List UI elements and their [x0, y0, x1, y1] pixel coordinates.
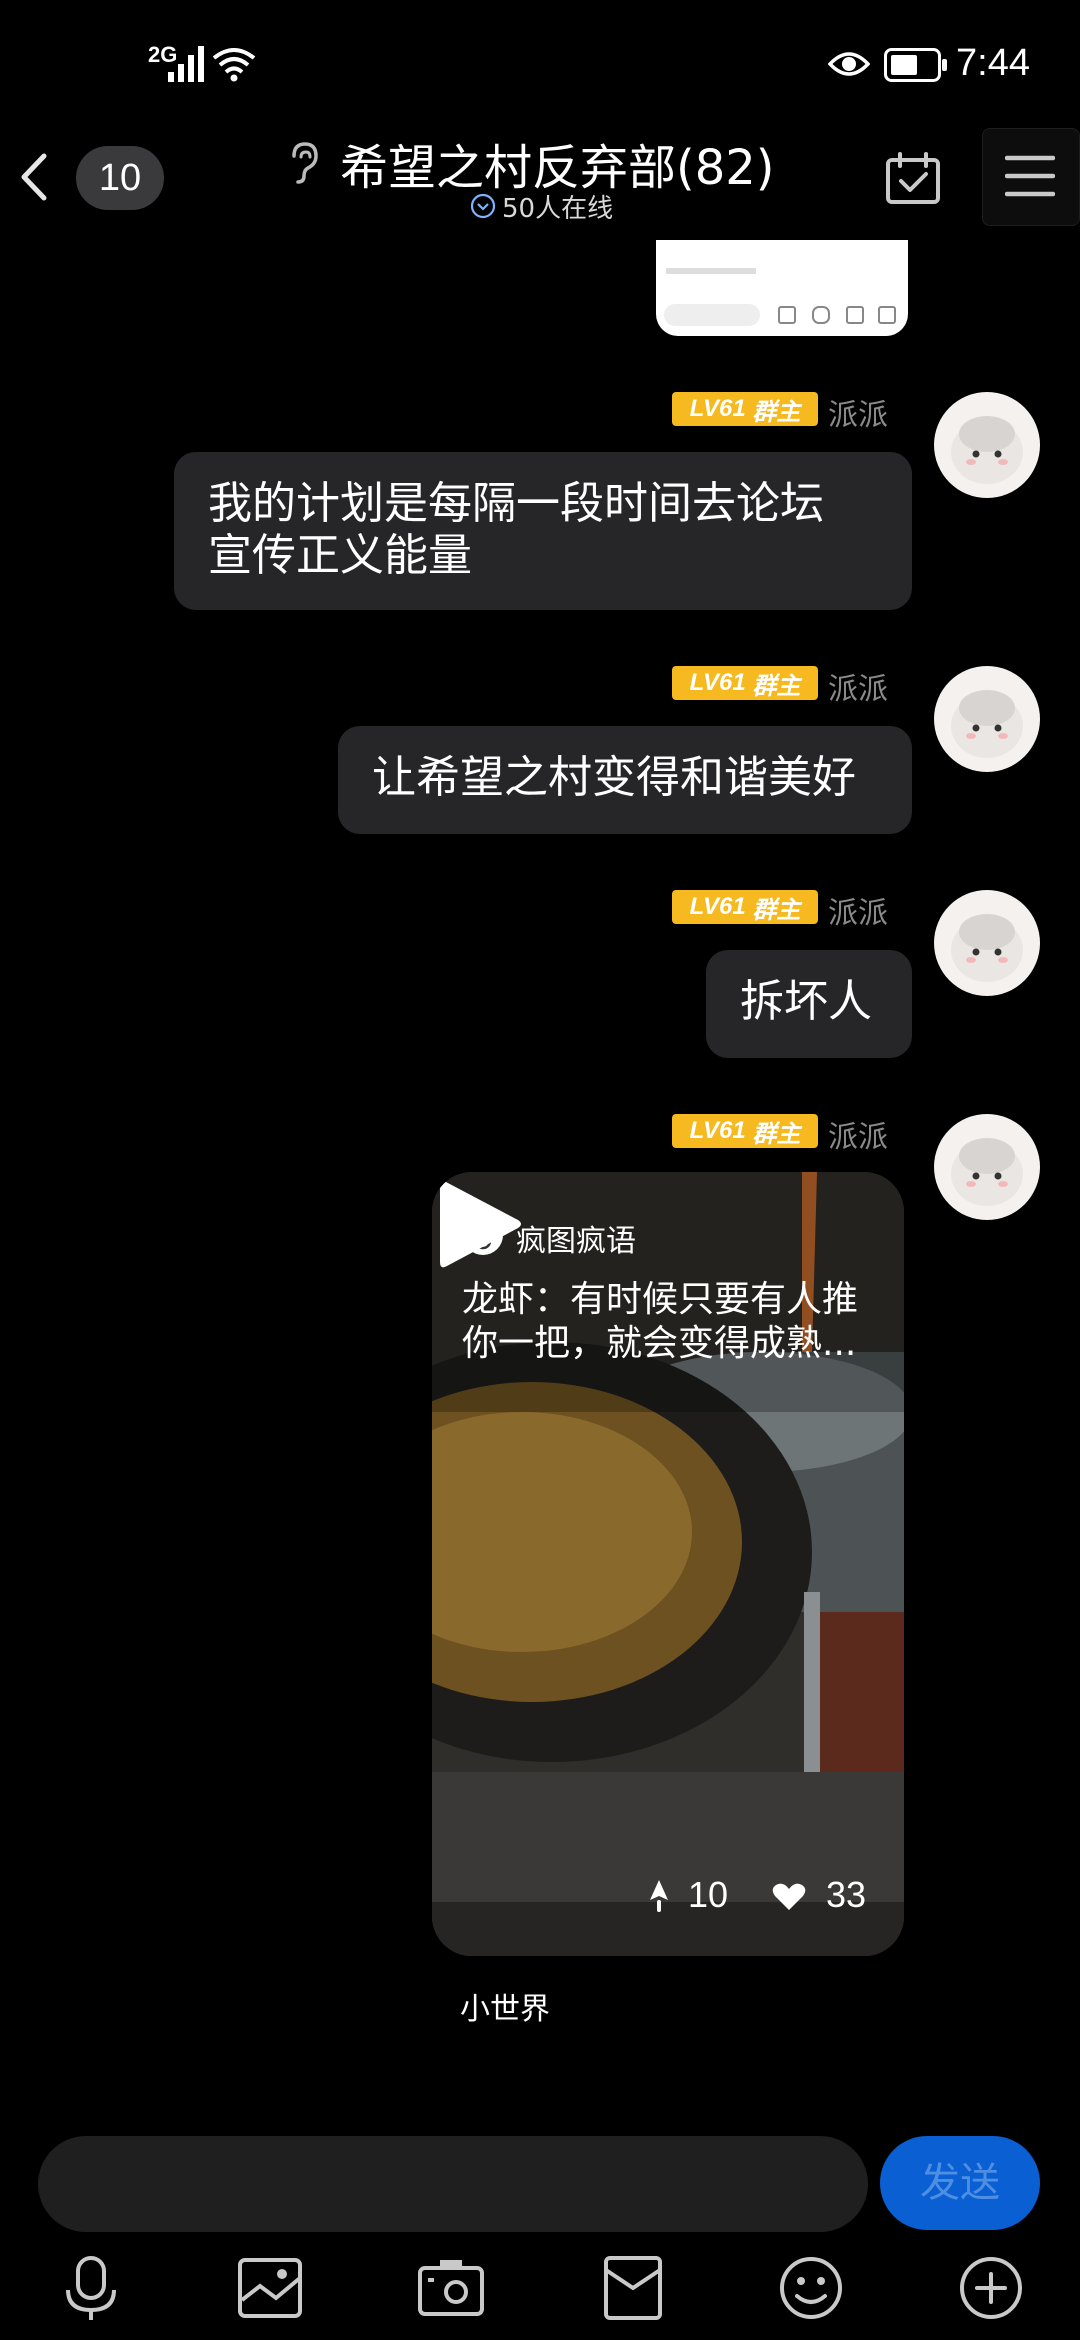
unread-count-badge[interactable]: 10 — [76, 146, 164, 210]
avatar[interactable] — [934, 666, 1040, 772]
video-card[interactable]: 疯图疯语 龙虾：有时候只要有人推 你一把，就会变得成熟... 10 33 — [432, 1172, 904, 1956]
plus-icon[interactable] — [956, 2254, 1026, 2322]
share-icon — [650, 1880, 668, 1912]
eye-comfort-icon — [828, 52, 870, 76]
like-count: 33 — [826, 1874, 867, 1915]
camera-icon[interactable] — [416, 2254, 486, 2322]
hamster-avatar-icon — [951, 914, 1023, 982]
play-icon[interactable] — [432, 1172, 528, 1276]
level-badge: LV61 群主 — [672, 1114, 818, 1148]
message-bubble[interactable]: 让希望之村变得和谐美好 — [338, 726, 912, 834]
signal-icon — [168, 46, 204, 82]
emoji-icon[interactable] — [776, 2254, 846, 2322]
checkin-calendar-icon[interactable] — [884, 150, 942, 206]
sender-nickname[interactable]: 派派 — [828, 390, 888, 434]
level-badge: LV61 群主 — [672, 392, 818, 426]
earpiece-mode-icon[interactable] — [286, 140, 322, 184]
online-dropdown-icon — [470, 193, 496, 219]
video-caption: 龙虾：有时候只要有人推 你一把，就会变得成熟... — [462, 1279, 859, 1364]
battery-icon — [884, 48, 947, 82]
send-button[interactable]: 发送 — [880, 2136, 1040, 2230]
microphone-icon[interactable] — [56, 2254, 126, 2322]
menu-icon — [1005, 155, 1055, 197]
hamster-avatar-icon — [951, 416, 1023, 484]
share-count: 10 — [688, 1874, 729, 1915]
online-count-text: 50人在线 — [502, 193, 614, 224]
sender-nickname[interactable]: 派派 — [828, 664, 888, 708]
avatar[interactable] — [934, 392, 1040, 498]
level-badge: LV61 群主 — [672, 666, 818, 700]
online-status[interactable]: 50人在线 — [470, 188, 613, 224]
previous-image-message[interactable] — [656, 240, 908, 336]
level-badge: LV61 群主 — [672, 890, 818, 924]
heart-icon — [772, 1883, 806, 1910]
hamster-avatar-icon — [951, 690, 1023, 758]
image-icon[interactable] — [236, 2254, 306, 2322]
clock: 7:44 — [956, 42, 1030, 84]
video-author: 疯图疯语 — [516, 1224, 636, 1259]
avatar[interactable] — [934, 890, 1040, 996]
message-input[interactable] — [38, 2136, 868, 2232]
wifi-icon — [212, 48, 256, 82]
hamster-avatar-icon — [951, 1138, 1023, 1206]
sender-nickname[interactable]: 派派 — [828, 1112, 888, 1156]
status-bar: 2G 7:44 — [0, 0, 1080, 130]
back-arrow-icon[interactable] — [14, 150, 64, 204]
video-source-label[interactable]: 小世界 — [460, 1984, 550, 2028]
red-packet-icon[interactable] — [598, 2254, 668, 2322]
menu-button[interactable] — [982, 128, 1080, 226]
message-bubble[interactable]: 拆坏人 — [706, 950, 912, 1058]
message-bubble[interactable]: 我的计划是每隔一段时间去论坛 宣传正义能量 — [174, 452, 912, 610]
sender-nickname[interactable]: 派派 — [828, 888, 888, 932]
avatar[interactable] — [934, 1114, 1040, 1220]
